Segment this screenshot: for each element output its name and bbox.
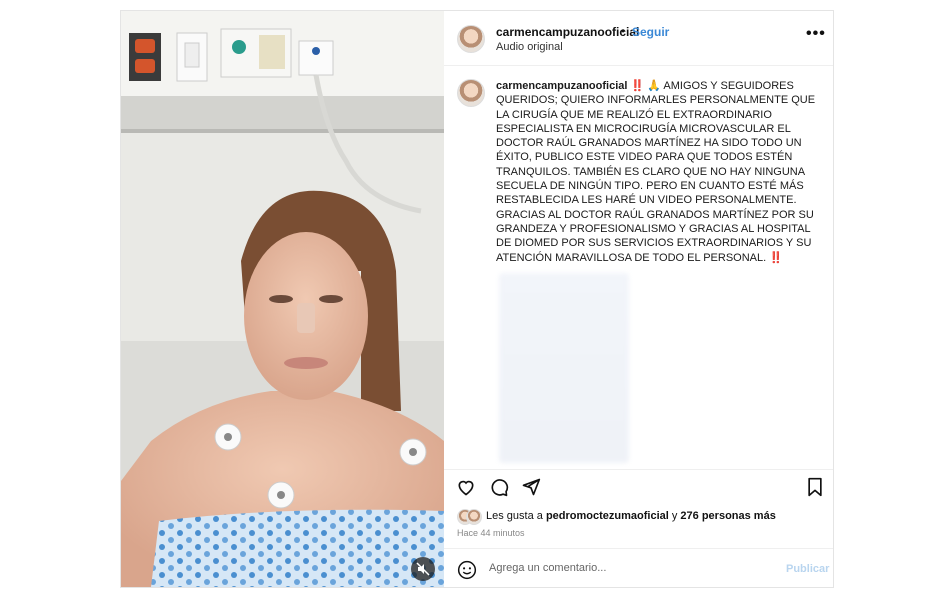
video-frame-illustration xyxy=(121,11,444,587)
avatar[interactable] xyxy=(457,25,485,53)
post-video[interactable] xyxy=(121,11,444,587)
liker-avatar-2 xyxy=(466,509,482,525)
caption-avatar[interactable] xyxy=(457,79,485,107)
caption-text: AMIGOS Y SEGUIDORES QUERIDOS; QUIERO INF… xyxy=(496,80,816,264)
likes-prefix: Les gusta a xyxy=(486,510,543,522)
publish-button[interactable]: Publicar xyxy=(786,563,829,575)
likes-summary: Les gusta a pedromoctezumaoficial y 276 … xyxy=(486,510,776,522)
mute-icon[interactable] xyxy=(411,557,435,581)
caption-username[interactable]: carmencampuzanooficial xyxy=(496,80,627,92)
more-options-icon[interactable]: ••• xyxy=(806,25,826,43)
post-details-panel: carmencampuzanooficial • Seguir Audio or… xyxy=(444,11,833,587)
double-exclamation-emoji-end: ‼️ xyxy=(769,251,783,264)
post-author-username[interactable]: carmencampuzanooficial xyxy=(496,25,639,39)
caption: carmencampuzanooficial ‼️ 🙏 AMIGOS Y SEG… xyxy=(496,79,818,265)
comment-divider xyxy=(444,548,833,549)
actions-divider xyxy=(444,469,833,470)
heart-icon[interactable] xyxy=(456,477,476,497)
send-icon[interactable] xyxy=(521,477,541,497)
likes-others[interactable]: 276 personas más xyxy=(680,510,775,522)
follow-button[interactable]: Seguir xyxy=(632,25,669,39)
header-divider xyxy=(444,65,833,66)
blurred-comments-area xyxy=(499,273,629,463)
prayer-emoji: 🙏 xyxy=(647,80,661,92)
smiley-icon[interactable] xyxy=(457,560,477,580)
post-timestamp[interactable]: Hace 44 minutos xyxy=(457,528,525,538)
double-exclamation-emoji: ‼️ xyxy=(630,80,645,92)
instagram-post: carmencampuzanooficial • Seguir Audio or… xyxy=(120,10,834,588)
liker-username[interactable]: pedromoctezumaoficial xyxy=(546,510,669,522)
audio-label[interactable]: Audio original xyxy=(496,41,563,53)
separator-dot: • xyxy=(621,24,626,38)
bookmark-icon[interactable] xyxy=(806,477,824,497)
comment-input[interactable]: Agrega un comentario... xyxy=(489,562,606,574)
likes-connector: y xyxy=(671,510,678,522)
comment-icon[interactable] xyxy=(489,477,509,497)
